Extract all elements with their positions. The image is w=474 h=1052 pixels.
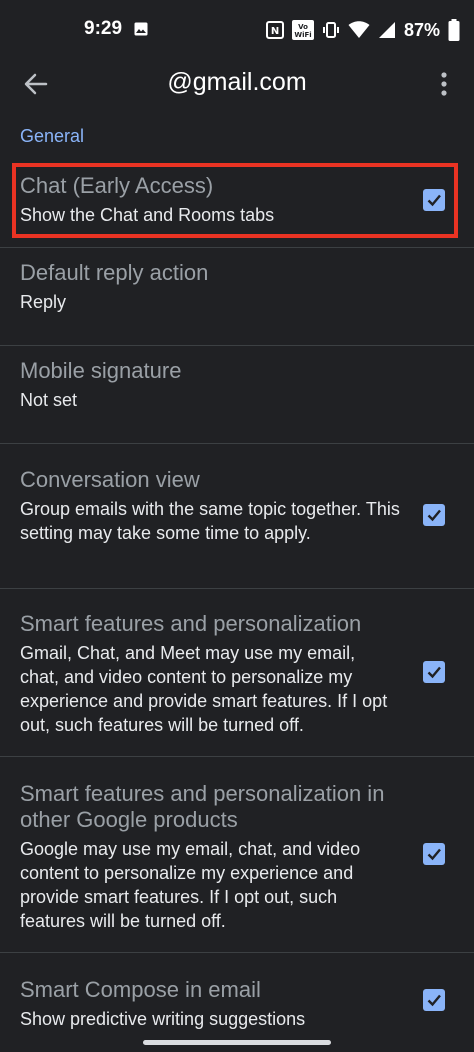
setting-title: Default reply action — [20, 260, 209, 285]
setting-subtitle: Show predictive writing suggestions — [20, 1009, 306, 1029]
setting-title: Smart features and personalization — [20, 611, 362, 636]
more-vert-icon — [430, 72, 458, 104]
app-bar: @gmail.com — [0, 60, 474, 104]
status-bar: 9:29 N Vo WiFi 87% — [0, 0, 474, 60]
setting-subtitle: Show the Chat and Rooms tabs — [20, 205, 275, 225]
vo-wifi-icon: Vo WiFi — [291, 20, 314, 40]
setting-default-reply-action[interactable]: Default reply action Reply — [0, 248, 474, 346]
settings-list: Chat (Early Access) Show the Chat and Ro… — [0, 160, 474, 1043]
svg-text:WiFi: WiFi — [294, 31, 311, 39]
svg-text:N: N — [271, 26, 279, 37]
smart-features-checkbox[interactable] — [423, 661, 445, 683]
setting-subtitle: Google may use my email, chat, and video… — [20, 839, 361, 931]
check-icon — [427, 848, 441, 861]
status-icons: N Vo WiFi 87% — [265, 16, 460, 44]
setting-subtitle: Not set — [20, 390, 78, 410]
setting-subtitle: Reply — [20, 292, 67, 312]
setting-conversation-view[interactable]: Conversation view Group emails with the … — [0, 444, 474, 589]
setting-mobile-signature[interactable]: Mobile signature Not set — [0, 346, 474, 444]
battery-icon — [448, 19, 460, 41]
section-header-general: General — [20, 126, 85, 146]
chat-checkbox[interactable] — [423, 189, 445, 211]
setting-title: Mobile signature — [20, 358, 182, 383]
svg-text:Vo: Vo — [298, 23, 308, 31]
check-icon — [427, 194, 441, 207]
conversation-view-checkbox[interactable] — [423, 504, 445, 526]
status-time: 9:29 — [84, 18, 123, 39]
check-icon — [427, 994, 441, 1007]
setting-title: Smart Compose in email — [20, 977, 261, 1002]
setting-title: Smart features and personalization in ot… — [20, 781, 385, 832]
setting-smart-compose[interactable]: Smart Compose in email Show predictive w… — [0, 953, 474, 1043]
smart-compose-checkbox[interactable] — [423, 989, 445, 1011]
setting-subtitle: Gmail, Chat, and Meet may use my email, … — [20, 643, 388, 735]
signal-icon — [378, 21, 396, 39]
vibrate-icon — [322, 21, 340, 39]
wifi-icon — [348, 21, 370, 39]
nfc-icon: N — [265, 21, 284, 39]
check-icon — [427, 509, 441, 522]
check-icon — [427, 666, 441, 679]
setting-chat-early-access[interactable]: Chat (Early Access) Show the Chat and Ro… — [0, 160, 474, 248]
setting-title: Conversation view — [20, 467, 200, 492]
smart-features-other-checkbox[interactable] — [423, 843, 445, 865]
setting-smart-features[interactable]: Smart features and personalization Gmail… — [0, 589, 474, 757]
setting-subtitle: Group emails with the same topic togethe… — [20, 499, 400, 543]
image-icon — [134, 22, 148, 36]
more-options-button[interactable] — [430, 68, 458, 100]
battery-percentage: 87% — [403, 19, 440, 40]
setting-smart-features-other-products[interactable]: Smart features and personalization in ot… — [0, 757, 474, 953]
gesture-nav-handle[interactable] — [143, 1040, 331, 1045]
setting-title: Chat (Early Access) — [20, 173, 214, 198]
page-title: @gmail.com — [167, 68, 307, 96]
